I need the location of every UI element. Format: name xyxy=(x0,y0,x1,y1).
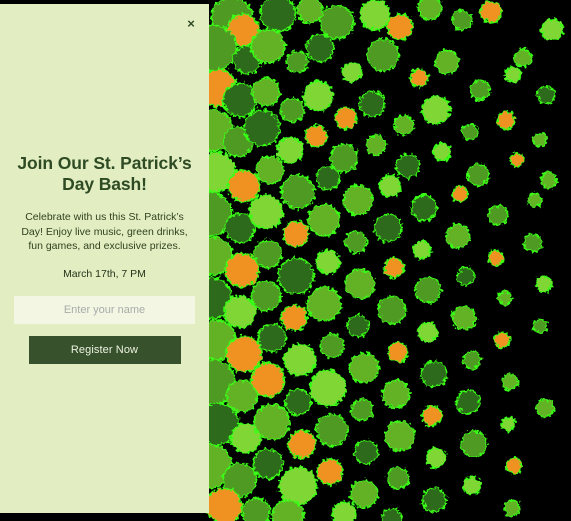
event-date-text: March 17th, 7 PM xyxy=(63,268,146,281)
page-title: Join Our St. Patrick’s Day Bash! xyxy=(17,152,192,195)
modal-content: Join Our St. Patrick’s Day Bash! Celebra… xyxy=(0,4,209,513)
name-input[interactable] xyxy=(14,296,195,325)
newsletter-signup-modal: × Join Our St. Patrick’s Day Bash! Celeb… xyxy=(0,4,209,513)
register-button[interactable]: Register Now xyxy=(28,336,181,365)
screen: × Join Our St. Patrick’s Day Bash! Celeb… xyxy=(0,0,571,521)
modal-description: Celebrate with us this St. Patrick’s Day… xyxy=(21,210,188,253)
